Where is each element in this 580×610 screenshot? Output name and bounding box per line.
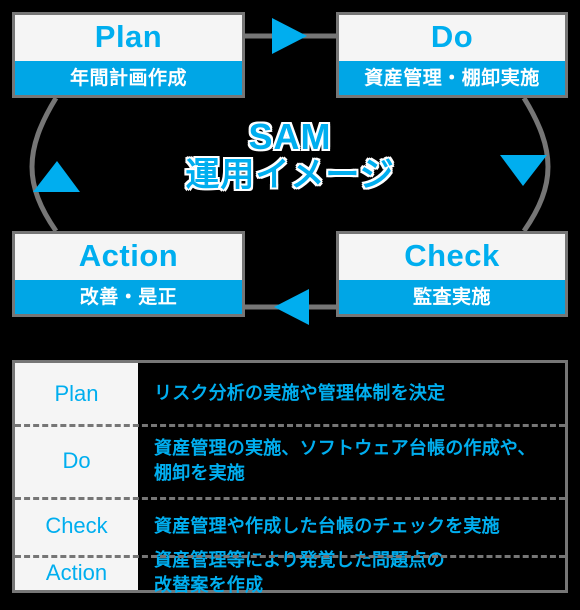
legend-row-action-line2: 改替案を作成 (154, 574, 264, 595)
connector-action-to-plan (29, 96, 59, 233)
cycle-box-check: Check 監査実施 (336, 231, 568, 317)
legend-row-check-description: 資産管理や作成した台帳のチェックを実施 (138, 497, 565, 555)
cycle-box-do-title: Do (430, 19, 474, 54)
legend-row-do-line1: 資産管理の実施、ソフトウェア台帳の作成や、 (154, 438, 536, 459)
cycle-box-plan-title: Plan (94, 19, 163, 54)
legend-row-do-label: Do (62, 447, 91, 473)
legend-row-plan: Plan リスク分析の実施や管理体制を決定 (15, 363, 565, 424)
legend-row-plan-description: リスク分析の実施や管理体制を決定 (138, 363, 565, 424)
cycle-box-check-subtitle: 監査実施 (339, 280, 565, 314)
cycle-box-do-subtitle: 資産管理・棚卸実施 (339, 61, 565, 95)
sam-pdca-diagram: Plan 年間計画作成 Do 資産管理・棚卸実施 Action 改善・是正 Ch… (0, 0, 580, 610)
legend-row-plan-label: Plan (54, 380, 99, 406)
cycle-box-action: Action 改善・是正 (12, 231, 245, 317)
legend-row-do-description: 資産管理の実施、ソフトウェア台帳の作成や、 棚卸を実施 (138, 424, 565, 497)
legend-divider-2 (15, 497, 565, 500)
legend-row-action: Action 資産管理等により発覚した問題点の 改替案を作成 (15, 550, 565, 594)
arrowhead-plan-to-do-icon (272, 18, 307, 54)
legend-row-check-line1: 資産管理や作成した台帳のチェックを実施 (154, 515, 500, 536)
legend-row-plan-line1: リスク分析の実施や管理体制を決定 (154, 383, 446, 404)
legend-divider-1 (15, 424, 565, 427)
arrowhead-check-to-action-icon (274, 289, 309, 325)
cycle-box-plan-subtitle: 年間計画作成 (15, 61, 242, 95)
legend-row-check-label: Check (45, 513, 108, 538)
legend-row-do: Do 資産管理の実施、ソフトウェア台帳の作成や、 棚卸を実施 (15, 424, 565, 497)
legend-row-check: Check 資産管理や作成した台帳のチェックを実施 (15, 497, 565, 555)
legend-table: Plan リスク分析の実施や管理体制を決定 Do 資産管理の実施、ソフトウェア台… (12, 360, 568, 595)
arrowhead-do-to-check-icon (500, 155, 547, 186)
cycle-box-plan: Plan 年間計画作成 (12, 12, 245, 98)
cycle-box-action-subtitle: 改善・是正 (15, 280, 242, 314)
cycle-box-action-title: Action (78, 238, 179, 273)
legend-row-action-label: Action (45, 559, 108, 585)
cycle-box-do: Do 資産管理・棚卸実施 (336, 12, 568, 98)
legend-row-do-line2: 棚卸を実施 (154, 462, 245, 483)
arrowhead-action-to-plan-icon (33, 161, 80, 192)
legend-row-action-line1: 資産管理等により発覚した問題点の (154, 550, 445, 571)
cycle-box-check-title: Check (404, 238, 500, 273)
legend-divider-3 (15, 555, 565, 558)
legend-row-action-description: 資産管理等により発覚した問題点の 改替案を作成 (138, 550, 565, 594)
